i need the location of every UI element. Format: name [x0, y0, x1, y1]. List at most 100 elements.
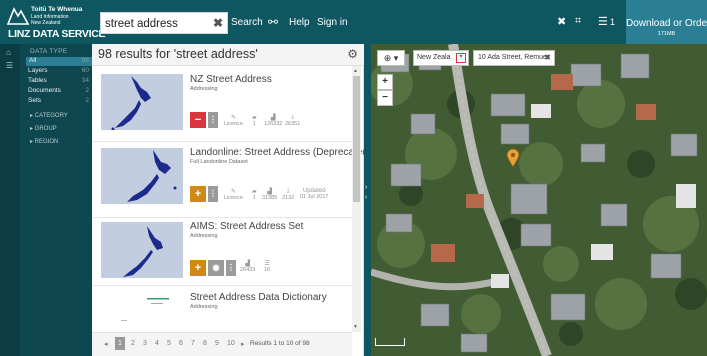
- sidebar-item-sets[interactable]: Sets 2: [28, 97, 92, 106]
- clear-search-icon[interactable]: ✖: [213, 16, 223, 30]
- views-stat: ▟ 126332: [264, 114, 282, 127]
- filter-group[interactable]: ▸ GROUP: [30, 125, 57, 132]
- list-icon[interactable]: ☰: [598, 15, 608, 28]
- page-6[interactable]: 6: [179, 340, 183, 347]
- licence-stat[interactable]: ✎ Licence: [224, 188, 243, 201]
- scroll-up-icon[interactable]: ▲: [353, 68, 358, 74]
- sign-in-link[interactable]: Sign in: [317, 17, 348, 28]
- results-header: 98 results for 'street address' ⚙: [92, 44, 364, 66]
- result-thumbnail: [101, 148, 183, 204]
- stat-value: 26433: [240, 267, 256, 273]
- home-icon[interactable]: ⌂: [6, 48, 11, 57]
- stat-value: 126332: [264, 121, 283, 127]
- page-2[interactable]: 2: [131, 340, 135, 347]
- crop-icon[interactable]: ⌗: [575, 15, 581, 28]
- result-title[interactable]: AIMS: Street Address Set: [190, 221, 303, 232]
- sidebar-item-all[interactable]: All 98: [26, 57, 92, 66]
- chart-icon: ▟: [267, 189, 272, 195]
- comment-icon: ▰: [252, 189, 257, 195]
- page-7[interactable]: 7: [191, 340, 195, 347]
- result-item[interactable]: Street Address Data Dictionary Addressin…: [92, 286, 352, 346]
- filter-category[interactable]: ▸ CATEGORY: [30, 112, 68, 119]
- result-title[interactable]: NZ Street Address: [190, 74, 272, 85]
- add-button[interactable]: +: [190, 186, 206, 202]
- gear-icon[interactable]: ⚙: [347, 47, 358, 61]
- map-scale-bar: [375, 338, 405, 346]
- aerial-imagery: [371, 44, 707, 356]
- next-page-icon[interactable]: ▸: [241, 340, 245, 348]
- more-options-button[interactable]: ⋮: [226, 260, 236, 276]
- preview-button[interactable]: ◉: [208, 260, 224, 276]
- zoom-out-button[interactable]: −: [377, 90, 393, 106]
- sidebar-item-tables[interactable]: Tables 34: [28, 77, 92, 86]
- zoom-search-icon: ⊕: [383, 53, 392, 63]
- map-view[interactable]: ⊕ ▾ New Zeala ▾ 10 Ada Street, Remuer ✖ …: [371, 44, 707, 356]
- logo-subtitle: Land Information New Zealand: [31, 14, 69, 26]
- result-thumbnail: [101, 222, 183, 278]
- panel-collapse-bar[interactable]: › ‹: [364, 44, 371, 356]
- result-title[interactable]: Landonline: Street Address (Deprecated): [190, 147, 371, 158]
- more-options-button[interactable]: ⋮: [208, 186, 218, 202]
- map-search-mode-button[interactable]: ⊕ ▾: [377, 50, 405, 66]
- menu-icon[interactable]: ☰: [6, 61, 13, 70]
- remove-button[interactable]: −: [190, 112, 206, 128]
- result-thumbnail: [101, 74, 183, 130]
- search-button[interactable]: Search: [231, 17, 263, 28]
- nz-map-icon: [127, 150, 177, 202]
- scroll-thumb[interactable]: [353, 76, 360, 202]
- stat-value: 1: [252, 121, 256, 127]
- scroll-down-icon[interactable]: ▼: [353, 324, 358, 330]
- chart-icon: ▟: [245, 261, 250, 267]
- region-select[interactable]: New Zeala ▾: [413, 50, 469, 66]
- comment-stat: ▰ 1: [252, 114, 257, 127]
- prev-page-icon[interactable]: ◂: [104, 340, 108, 348]
- licence-icon: ✎: [230, 189, 236, 195]
- filter-region[interactable]: ▸ REGION: [30, 138, 58, 145]
- download-icon: ⤓: [286, 188, 290, 194]
- chevron-left-icon[interactable]: ‹: [365, 194, 367, 201]
- page-10[interactable]: 10: [227, 340, 235, 347]
- stat-value: 01 Jul 2017: [300, 194, 329, 200]
- search-input[interactable]: [105, 16, 209, 31]
- licence-icon: ✎: [230, 115, 236, 121]
- result-item[interactable]: Landonline: Street Address (Deprecated) …: [92, 142, 371, 218]
- results-scrollbar[interactable]: ▲ ▼: [352, 66, 361, 332]
- search-box: ✖: [100, 12, 228, 34]
- sidebar-item-count: 2: [85, 87, 89, 94]
- page-1[interactable]: 1: [115, 337, 125, 350]
- add-button[interactable]: +: [190, 260, 206, 276]
- dropdown-arrow-icon[interactable]: ▾: [456, 53, 466, 63]
- sidebar-item-label: Sets: [28, 97, 42, 104]
- help-link[interactable]: Help: [289, 17, 310, 28]
- top-bar: Toitū Te Whenua Land Information New Zea…: [0, 0, 707, 44]
- views-stat: ▟ 31385: [262, 188, 277, 201]
- page-3[interactable]: 3: [143, 340, 147, 347]
- close-icon[interactable]: ✖: [557, 15, 566, 28]
- eye-icon: ◉: [212, 263, 220, 272]
- result-title[interactable]: Street Address Data Dictionary: [190, 292, 327, 303]
- result-subtitle: Full Landonline Dataset: [190, 159, 248, 165]
- download-order-button[interactable]: Download or Order 171MB: [626, 0, 707, 44]
- page-9[interactable]: 9: [215, 340, 219, 347]
- page-4[interactable]: 4: [155, 340, 159, 347]
- sidebar-item-layers[interactable]: Layers 60: [28, 67, 92, 76]
- clear-address-icon[interactable]: ✖: [544, 53, 551, 62]
- location-marker-icon[interactable]: [506, 148, 520, 168]
- sidebar-item-documents[interactable]: Documents 2: [28, 87, 92, 96]
- stat-value: 1: [252, 195, 256, 201]
- chevron-right-icon[interactable]: ›: [365, 184, 367, 191]
- page-8[interactable]: 8: [203, 340, 207, 347]
- link-icon[interactable]: ⚯: [268, 15, 278, 29]
- page-5[interactable]: 5: [167, 340, 171, 347]
- licence-stat[interactable]: ✎ Licence: [224, 114, 243, 127]
- zoom-in-button[interactable]: +: [377, 74, 393, 90]
- address-field[interactable]: 10 Ada Street, Remuer ✖: [473, 50, 555, 66]
- result-item[interactable]: AIMS: Street Address Set Addressing + ◉ …: [92, 218, 352, 286]
- sidebar-item-label: Documents: [28, 87, 61, 94]
- stat-value: Licence: [224, 121, 243, 127]
- download-label: Download or Order: [626, 18, 707, 29]
- more-options-button[interactable]: ⋮: [208, 112, 218, 128]
- linz-logo[interactable]: Toitū Te Whenua Land Information New Zea…: [6, 3, 105, 41]
- stat-value: Licence: [224, 195, 243, 201]
- result-item[interactable]: NZ Street Address Addressing − ⋮ ✎ Licenc…: [92, 66, 352, 142]
